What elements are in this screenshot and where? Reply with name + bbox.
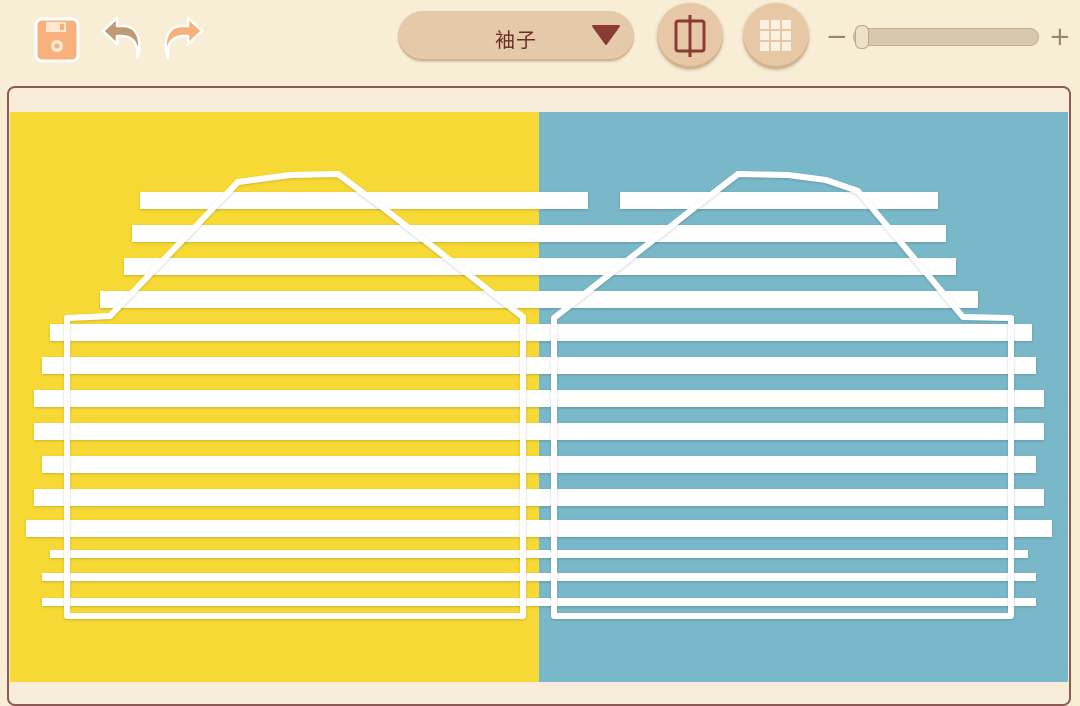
grid-icon (760, 20, 791, 51)
stripe (124, 258, 628, 275)
toolbar: 袖子 − + (0, 0, 1080, 80)
stripe (26, 520, 1052, 537)
stripe (100, 291, 612, 308)
zoom-slider-track[interactable] (853, 28, 1039, 46)
save-icon[interactable] (33, 16, 81, 64)
stripe (34, 423, 1044, 440)
caret-down-icon[interactable] (591, 24, 621, 46)
stripe (556, 291, 978, 308)
redo-icon[interactable] (158, 14, 208, 64)
undo-icon[interactable] (97, 14, 147, 64)
stripe (50, 550, 1028, 558)
zoom-slider-thumb[interactable] (855, 25, 869, 49)
pattern-canvas[interactable] (10, 112, 1068, 682)
stripe (42, 357, 1036, 374)
stripe (34, 390, 1044, 407)
grid-toggle-button[interactable] (743, 3, 809, 69)
mirror-split-icon (674, 15, 706, 57)
zoom-in-button[interactable]: + (1049, 24, 1071, 50)
stripe (42, 456, 1036, 473)
stripe (132, 225, 612, 242)
stripe (50, 324, 1032, 341)
mirror-toggle-button[interactable] (657, 3, 723, 69)
stripe (34, 489, 1044, 506)
stripe (42, 573, 1036, 581)
stripe (42, 598, 1036, 606)
stripe (620, 192, 938, 209)
zoom-out-button[interactable]: − (826, 24, 848, 50)
